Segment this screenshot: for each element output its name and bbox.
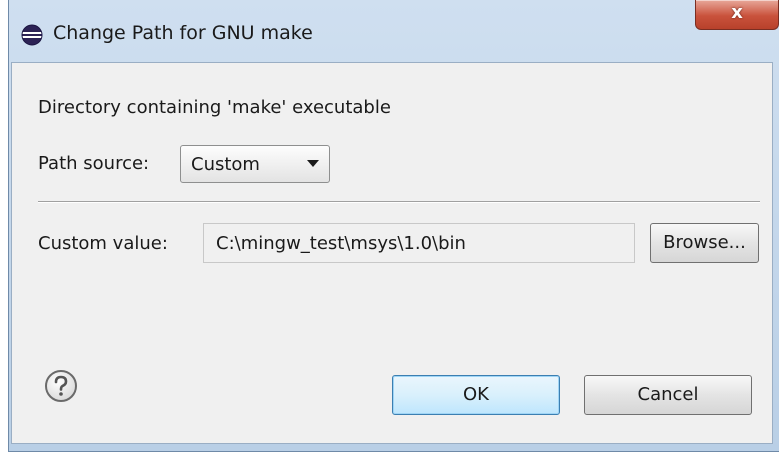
close-button[interactable]: x — [695, 0, 779, 30]
custom-value-label: Custom value: — [38, 233, 168, 254]
title-bar[interactable]: Change Path for GNU make x — [9, 0, 779, 62]
description-label: Directory containing 'make' executable — [38, 97, 391, 118]
custom-value-text: C:\mingw_test\msys\1.0\bin — [216, 233, 466, 254]
dialog-window: Change Path for GNU make x Directory con… — [8, 0, 779, 452]
path-source-label: Path source: — [38, 153, 150, 174]
cancel-button[interactable]: Cancel — [584, 375, 752, 415]
question-mark-icon[interactable] — [44, 369, 78, 403]
browse-button[interactable]: Browse... — [650, 223, 759, 263]
ok-button[interactable]: OK — [392, 375, 560, 415]
separator — [38, 201, 760, 203]
dialog-content: Directory containing 'make' executable P… — [11, 62, 773, 444]
path-source-value: Custom — [191, 154, 260, 175]
dialog-title: Change Path for GNU make — [53, 22, 313, 44]
chevron-down-icon — [307, 160, 319, 167]
eclipse-icon — [21, 24, 43, 46]
path-source-dropdown[interactable]: Custom — [180, 145, 330, 183]
custom-value-field[interactable]: C:\mingw_test\msys\1.0\bin — [203, 223, 635, 263]
close-icon: x — [731, 2, 743, 23]
